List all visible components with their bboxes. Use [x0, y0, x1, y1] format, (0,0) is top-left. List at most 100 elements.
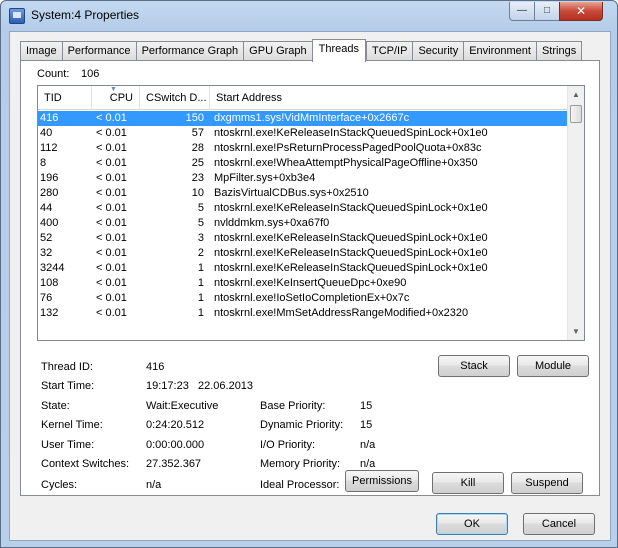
context-switches-value: 27.352.367 [146, 458, 202, 470]
cell-cpu: < 0.01 [96, 247, 127, 259]
cell-start-address: BazisVirtualCDBus.sys+0x2510 [214, 187, 369, 199]
minimize-button[interactable]: — [509, 2, 535, 21]
column-header-cswitch-delta[interactable]: CSwitch D... [140, 86, 210, 110]
cell-cpu: < 0.01 [96, 172, 127, 184]
cell-start-address: ntoskrnl.exe!KeReleaseInStackQueuedSpinL… [214, 127, 488, 139]
cell-tid: 196 [40, 172, 59, 184]
base-priority-label: Base Priority: [260, 400, 326, 412]
tab-threads[interactable]: Threads [311, 39, 366, 62]
cell-cpu: < 0.01 [96, 277, 127, 289]
cell-tid: 40 [40, 127, 53, 139]
maximize-button[interactable]: □ [534, 2, 560, 21]
cell-cswitch: 25 [191, 157, 204, 169]
ok-button[interactable]: OK [436, 513, 508, 535]
cell-start-address: dxgmms1.sys!VidMmInterface+0x2667c [214, 112, 410, 124]
cell-cswitch: 150 [185, 112, 204, 124]
table-row[interactable]: 32 < 0.01 2 ntoskrnl.exe!KeReleaseInStac… [38, 246, 568, 261]
table-row[interactable]: 196 < 0.01 23 MpFilter.sys+0xb3e4 [38, 171, 568, 186]
cell-start-address: ntoskrnl.exe!KeReleaseInStackQueuedSpinL… [214, 202, 488, 214]
tab-performance-graph[interactable]: Performance Graph [135, 41, 244, 61]
cell-tid: 400 [40, 217, 59, 229]
tab-image[interactable]: Image [20, 41, 62, 61]
tab-strings[interactable]: Strings [535, 41, 583, 61]
cell-tid: 8 [40, 157, 47, 169]
cell-cpu: < 0.01 [96, 112, 127, 124]
cell-tid: 52 [40, 232, 53, 244]
table-row[interactable]: 280 < 0.01 10 BazisVirtualCDBus.sys+0x25… [38, 186, 568, 201]
vertical-scrollbar[interactable]: ▲ ▼ [567, 86, 584, 340]
suspend-button[interactable]: Suspend [511, 472, 583, 494]
state-label: State: [41, 400, 70, 412]
dynamic-priority-value: 15 [360, 419, 373, 431]
sort-descending-icon: ▼ [110, 86, 117, 93]
cell-cswitch: 1 [197, 292, 204, 304]
cell-start-address: ntoskrnl.exe!MmSetAddressRangeModified+0… [214, 307, 469, 319]
tab-gpu-graph[interactable]: GPU Graph [243, 41, 312, 61]
cell-cswitch: 23 [191, 172, 204, 184]
cell-start-address: ntoskrnl.exe!PsReturnProcessPagedPoolQuo… [214, 142, 482, 154]
threads-list[interactable]: TID CPU ▼ CSwitch D... Start Address 416… [37, 85, 585, 341]
cell-tid: 76 [40, 292, 53, 304]
title-bar[interactable]: System:4 Properties — □ ✕ [1, 1, 617, 29]
table-row[interactable]: 8 < 0.01 25 ntoskrnl.exe!WheaAttemptPhys… [38, 156, 568, 171]
tab-security[interactable]: Security [412, 41, 464, 61]
cell-cswitch: 3 [197, 232, 204, 244]
state-value: Wait:Executive [146, 400, 219, 412]
table-row[interactable]: 44 < 0.01 5 ntoskrnl.exe!KeReleaseInStac… [38, 201, 568, 216]
close-button[interactable]: ✕ [559, 2, 603, 21]
cycles-value: n/a [146, 479, 162, 491]
threads-panel: Count: 106 TID CPU ▼ CSwitch D... Start … [20, 60, 600, 496]
cell-cpu: < 0.01 [96, 262, 127, 274]
user-time-value: 0:00:00.000 [146, 439, 205, 451]
module-button[interactable]: Module [517, 355, 589, 377]
table-row[interactable]: 132 < 0.01 1 ntoskrnl.exe!MmSetAddressRa… [38, 306, 568, 321]
tab-strip: Image Performance Performance Graph GPU … [20, 39, 583, 62]
table-row[interactable]: 400 < 0.01 5 nvlddmkm.sys+0xa67f0 [38, 216, 568, 231]
table-row[interactable]: 40 < 0.01 57 ntoskrnl.exe!KeReleaseInSta… [38, 126, 568, 141]
cell-start-address: MpFilter.sys+0xb3e4 [214, 172, 316, 184]
cell-cpu: < 0.01 [96, 142, 127, 154]
table-row[interactable]: 416 < 0.01 150 dxgmms1.sys!VidMmInterfac… [38, 111, 568, 126]
table-row[interactable]: 52 < 0.01 3 ntoskrnl.exe!KeReleaseInStac… [38, 231, 568, 246]
memory-priority-label: Memory Priority: [260, 458, 341, 470]
column-header-tid[interactable]: TID [38, 86, 92, 110]
properties-window: System:4 Properties — □ ✕ Image Performa… [0, 0, 618, 548]
app-window-icon [9, 8, 25, 24]
permissions-button-row[interactable]: Permissions [345, 470, 419, 492]
thread-id-value: 416 [146, 361, 165, 373]
kill-button[interactable]: Kill [432, 472, 504, 494]
cell-tid: 416 [40, 112, 59, 124]
table-row[interactable]: 108 < 0.01 1 ntoskrnl.exe!KeInsertQueueD… [38, 276, 568, 291]
table-row[interactable]: 76 < 0.01 1 ntoskrnl.exe!IoSetIoCompleti… [38, 291, 568, 306]
cell-start-address: ntoskrnl.exe!KeReleaseInStackQueuedSpinL… [214, 262, 488, 274]
cell-start-address: nvlddmkm.sys+0xa67f0 [214, 217, 330, 229]
count-value: 106 [81, 68, 100, 80]
scroll-down-icon[interactable]: ▼ [568, 323, 584, 340]
ideal-processor-label: Ideal Processor: [260, 479, 340, 491]
stack-button[interactable]: Stack [438, 355, 510, 377]
cell-tid: 108 [40, 277, 59, 289]
cycles-label: Cycles: [41, 479, 78, 491]
cell-cswitch: 1 [197, 262, 204, 274]
cancel-button[interactable]: Cancel [523, 513, 595, 535]
context-switches-label: Context Switches: [41, 458, 130, 470]
cell-start-address: ntoskrnl.exe!WheaAttemptPhysicalPageOffl… [214, 157, 478, 169]
kernel-time-value: 0:24:20.512 [146, 419, 205, 431]
window-title: System:4 Properties [31, 8, 140, 22]
tab-environment[interactable]: Environment [463, 41, 536, 61]
tab-tcpip[interactable]: TCP/IP [366, 41, 413, 61]
start-time-label: Start Time: [41, 380, 95, 392]
table-row[interactable]: 112 < 0.01 28 ntoskrnl.exe!PsReturnProce… [38, 141, 568, 156]
cell-start-address: ntoskrnl.exe!KeReleaseInStackQueuedSpinL… [214, 232, 488, 244]
kernel-time-label: Kernel Time: [41, 419, 103, 431]
memory-priority-value: n/a [360, 458, 376, 470]
scroll-up-icon[interactable]: ▲ [568, 86, 584, 103]
thread-id-label: Thread ID: [41, 361, 93, 373]
dynamic-priority-label: Dynamic Priority: [260, 419, 344, 431]
start-time-value: 19:17:23 22.06.2013 [146, 380, 254, 392]
table-row[interactable]: 3244 < 0.01 1 ntoskrnl.exe!KeReleaseInSt… [38, 261, 568, 276]
cell-tid: 280 [40, 187, 59, 199]
scroll-thumb[interactable] [570, 105, 582, 123]
tab-performance[interactable]: Performance [61, 41, 136, 61]
column-header-start-address[interactable]: Start Address [210, 86, 568, 110]
